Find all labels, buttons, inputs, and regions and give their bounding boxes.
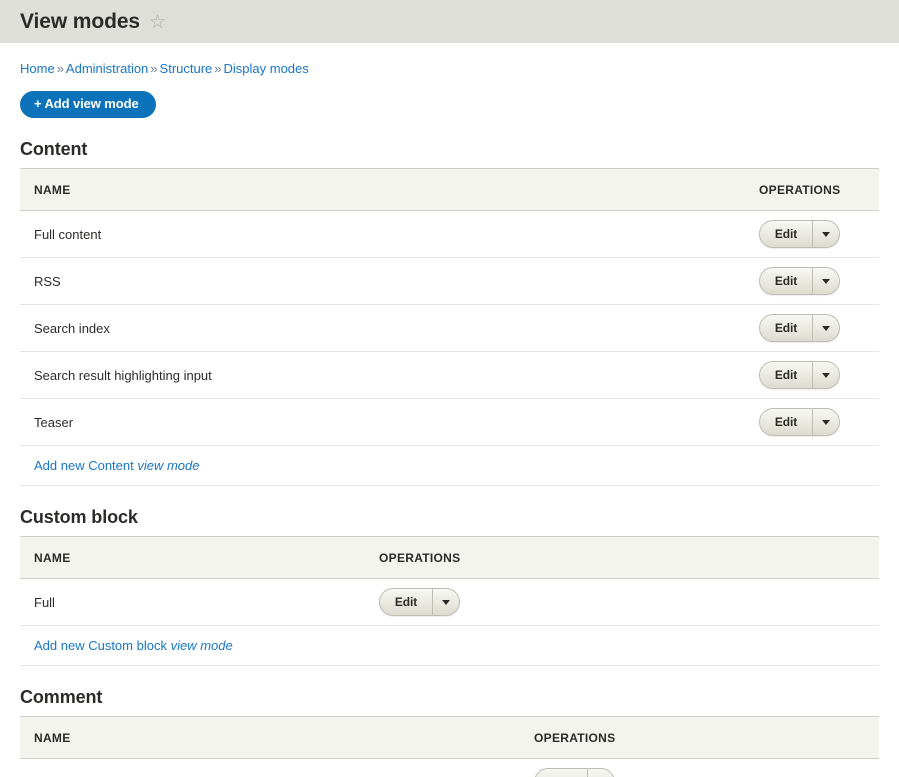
dropbutton[interactable]: Edit	[759, 314, 840, 342]
operations-cell: Edit	[745, 257, 879, 305]
view-modes-table-comment: NAME OPERATIONS Full comment Edit	[20, 716, 879, 777]
breadcrumb-separator: »	[56, 61, 64, 76]
table-header-row: NAME OPERATIONS	[20, 168, 879, 211]
add-new-link-text: Add new Custom block	[34, 638, 171, 653]
edit-button[interactable]: Edit	[760, 221, 812, 247]
edit-button[interactable]: Edit	[535, 769, 587, 777]
column-header-operations: OPERATIONS	[520, 716, 879, 759]
add-new-cell: Add new Content view mode	[20, 445, 879, 486]
view-mode-name: Search index	[20, 304, 745, 352]
dropbutton[interactable]: Edit	[534, 768, 615, 777]
column-header-operations: OPERATIONS	[745, 168, 879, 211]
breadcrumb-item-home[interactable]: Home	[20, 61, 55, 76]
table-header-row: NAME OPERATIONS	[20, 536, 879, 579]
page-header: View modes ☆	[0, 0, 899, 43]
edit-button[interactable]: Edit	[380, 589, 432, 615]
add-new-link-emphasis: view mode	[170, 638, 233, 653]
breadcrumb-separator: »	[214, 61, 222, 76]
page-title: View modes	[20, 10, 140, 33]
table-row: Search index Edit	[20, 304, 879, 352]
page-body: Home» Administration» Structure» Display mo…	[0, 43, 899, 777]
add-new-cell: Add new Custom block view mode	[20, 625, 879, 666]
operations-cell: Edit	[745, 304, 879, 352]
view-modes-table-content: NAME OPERATIONS Full content Edit RSS Ed…	[20, 168, 879, 486]
chevron-down-icon	[822, 419, 830, 425]
operations-cell: Edit	[520, 758, 879, 777]
operations-cell: Edit	[745, 398, 879, 446]
section-title-comment: Comment	[20, 687, 103, 707]
breadcrumb: Home» Administration» Structure» Display mo…	[20, 43, 879, 77]
add-view-mode-button[interactable]: + Add view mode	[20, 91, 156, 118]
add-new-custom-block-view-mode-link[interactable]: Add new Custom block view mode	[34, 638, 233, 653]
chevron-down-icon	[822, 325, 830, 331]
edit-button[interactable]: Edit	[760, 268, 812, 294]
operations-cell: Edit	[745, 210, 879, 258]
column-header-name: NAME	[20, 168, 745, 211]
breadcrumb-separator: »	[150, 61, 158, 76]
dropbutton-toggle[interactable]	[812, 409, 839, 435]
column-header-name: NAME	[20, 716, 520, 759]
star-outline-icon[interactable]: ☆	[149, 13, 166, 32]
dropbutton[interactable]: Edit	[759, 408, 840, 436]
chevron-down-icon	[822, 372, 830, 378]
dropbutton[interactable]: Edit	[759, 220, 840, 248]
column-header-name: NAME	[20, 536, 365, 579]
dropbutton[interactable]: Edit	[759, 361, 840, 389]
table-row: Teaser Edit	[20, 398, 879, 446]
view-mode-name: Full	[20, 578, 365, 626]
view-mode-name: Search result highlighting input	[20, 351, 745, 399]
dropbutton-toggle[interactable]	[587, 769, 614, 777]
edit-button[interactable]: Edit	[760, 315, 812, 341]
column-header-operations: OPERATIONS	[365, 536, 879, 579]
table-row: Full Edit	[20, 578, 879, 626]
view-modes-table-custom-block: NAME OPERATIONS Full Edit Add new Custom…	[20, 536, 879, 666]
chevron-down-icon	[822, 231, 830, 237]
action-row: + Add view mode	[20, 91, 879, 118]
table-row: Search result highlighting input Edit	[20, 351, 879, 399]
table-row-add-new: Add new Content view mode	[20, 445, 879, 486]
breadcrumb-item-structure[interactable]: Structure	[160, 61, 213, 76]
view-mode-name: Teaser	[20, 398, 745, 446]
table-row: RSS Edit	[20, 257, 879, 305]
edit-button[interactable]: Edit	[760, 362, 812, 388]
section-title-content: Content	[20, 139, 88, 159]
dropbutton-toggle[interactable]	[812, 268, 839, 294]
view-mode-name: Full comment	[20, 758, 520, 777]
dropbutton[interactable]: Edit	[759, 267, 840, 295]
edit-button[interactable]: Edit	[760, 409, 812, 435]
operations-cell: Edit	[365, 578, 879, 626]
table-row: Full comment Edit	[20, 758, 879, 777]
dropbutton-toggle[interactable]	[812, 315, 839, 341]
breadcrumb-item-administration[interactable]: Administration	[66, 61, 148, 76]
view-mode-name: RSS	[20, 257, 745, 305]
table-row: Full content Edit	[20, 210, 879, 258]
add-new-content-view-mode-link[interactable]: Add new Content view mode	[34, 458, 200, 473]
dropbutton-toggle[interactable]	[812, 221, 839, 247]
dropbutton[interactable]: Edit	[379, 588, 460, 616]
operations-cell: Edit	[745, 351, 879, 399]
section-title-custom-block: Custom block	[20, 507, 138, 527]
view-mode-name: Full content	[20, 210, 745, 258]
table-row-add-new: Add new Custom block view mode	[20, 625, 879, 666]
chevron-down-icon	[822, 278, 830, 284]
breadcrumb-item-display-modes[interactable]: Display modes	[224, 61, 309, 76]
dropbutton-toggle[interactable]	[812, 362, 839, 388]
add-new-link-emphasis: view mode	[137, 458, 200, 473]
chevron-down-icon	[442, 599, 450, 605]
table-header-row: NAME OPERATIONS	[20, 716, 879, 759]
add-new-link-text: Add new Content	[34, 458, 138, 473]
dropbutton-toggle[interactable]	[432, 589, 459, 615]
